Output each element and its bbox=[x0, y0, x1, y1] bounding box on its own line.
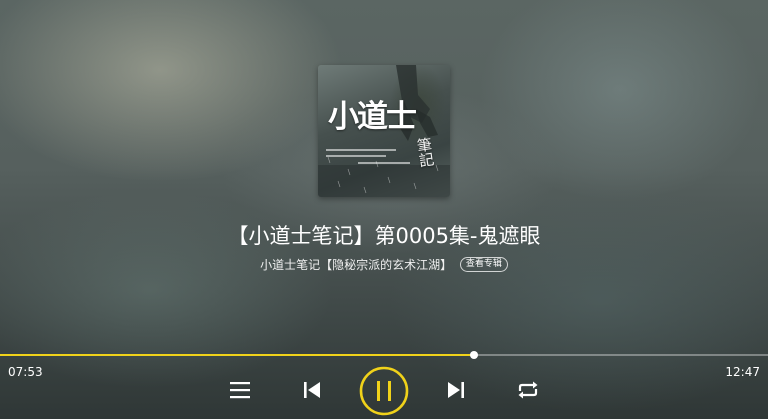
previous-button[interactable] bbox=[298, 376, 326, 404]
total-time: 12:47 bbox=[725, 365, 760, 379]
skip-next-icon bbox=[448, 382, 464, 398]
player-screen: 小道士 筆記 【小道士笔记】第0005集-鬼遮眼 小道士笔记【隐秘宗派的玄术江湖… bbox=[0, 0, 768, 419]
pause-icon bbox=[359, 366, 409, 416]
cover-title-text: 小道士 bbox=[328, 99, 417, 135]
current-time: 07:53 bbox=[8, 365, 43, 379]
album-name: 小道士笔记【隐秘宗派的玄术江湖】 bbox=[260, 258, 453, 272]
album-row: 小道士笔记【隐秘宗派的玄术江湖】 查看专辑 bbox=[0, 256, 768, 273]
progress-bar[interactable] bbox=[0, 351, 768, 359]
view-album-button[interactable]: 查看专辑 bbox=[459, 257, 508, 272]
list-icon bbox=[230, 382, 250, 399]
skip-previous-icon bbox=[304, 382, 320, 398]
progress-fill bbox=[0, 354, 474, 356]
track-title: 【小道士笔记】第0005集-鬼遮眼 bbox=[227, 224, 541, 248]
repeat-icon bbox=[518, 381, 538, 399]
playlist-button[interactable] bbox=[226, 376, 254, 404]
pause-button[interactable] bbox=[359, 366, 409, 416]
repeat-button[interactable] bbox=[514, 376, 542, 404]
progress-thumb[interactable] bbox=[469, 351, 478, 359]
cover-subtitle-text: 筆記 bbox=[413, 136, 436, 169]
album-cover[interactable]: 小道士 筆記 bbox=[318, 65, 450, 197]
next-button[interactable] bbox=[442, 376, 470, 404]
